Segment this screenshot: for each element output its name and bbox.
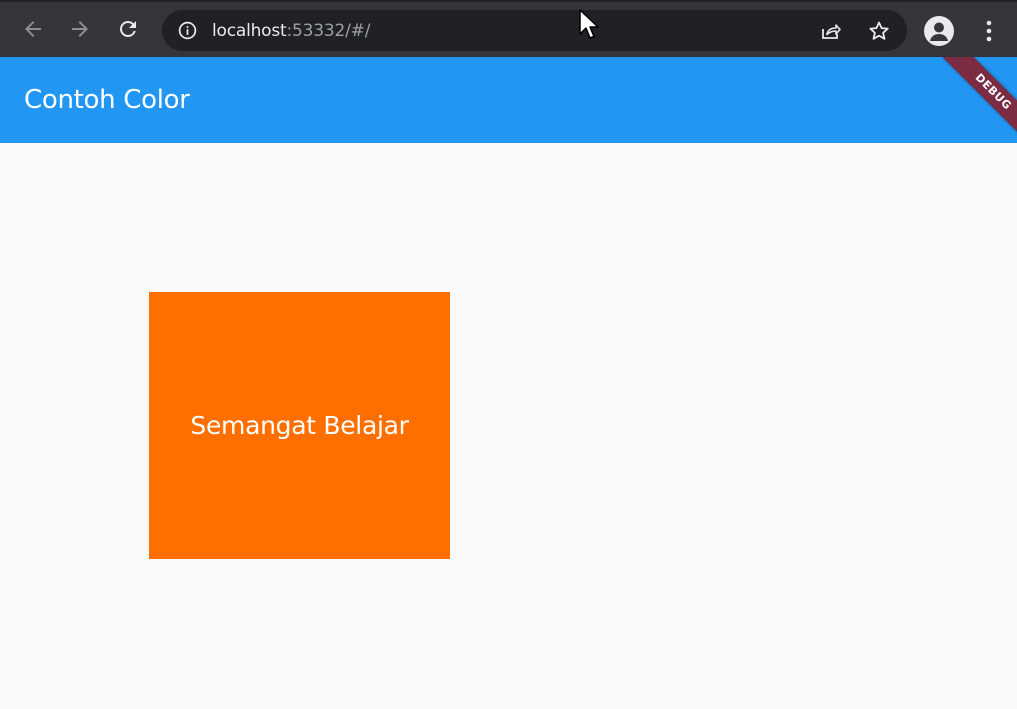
orange-container: Semangat Belajar xyxy=(149,292,450,559)
app-title: Contoh Color xyxy=(24,85,190,115)
debug-banner: DEBUG xyxy=(942,57,1017,143)
app-bar: Contoh Color DEBUG xyxy=(0,57,1017,143)
url-path: :53332/#/ xyxy=(286,21,371,41)
info-icon[interactable] xyxy=(177,20,198,41)
url-host: localhost xyxy=(212,21,287,41)
mouse-cursor-icon xyxy=(579,9,599,39)
container-text: Semangat Belajar xyxy=(190,411,409,440)
star-icon[interactable] xyxy=(867,19,891,43)
share-icon[interactable] xyxy=(819,19,843,43)
reload-icon xyxy=(120,21,136,37)
profile-icon xyxy=(930,22,948,41)
reload-button[interactable] xyxy=(114,15,142,43)
profile-button[interactable] xyxy=(924,16,954,46)
browser-toolbar: localhost:53332/#/ xyxy=(0,0,1017,57)
forward-arrow-icon xyxy=(72,21,88,37)
forward-button[interactable] xyxy=(66,15,94,43)
menu-dots-icon[interactable] xyxy=(977,18,1001,44)
back-arrow-icon xyxy=(25,21,41,37)
back-button[interactable] xyxy=(19,15,47,43)
address-bar[interactable]: localhost:53332/#/ xyxy=(162,10,907,51)
url-text[interactable]: localhost:53332/#/ xyxy=(212,21,370,41)
page-body: Semangat Belajar xyxy=(0,143,1017,709)
